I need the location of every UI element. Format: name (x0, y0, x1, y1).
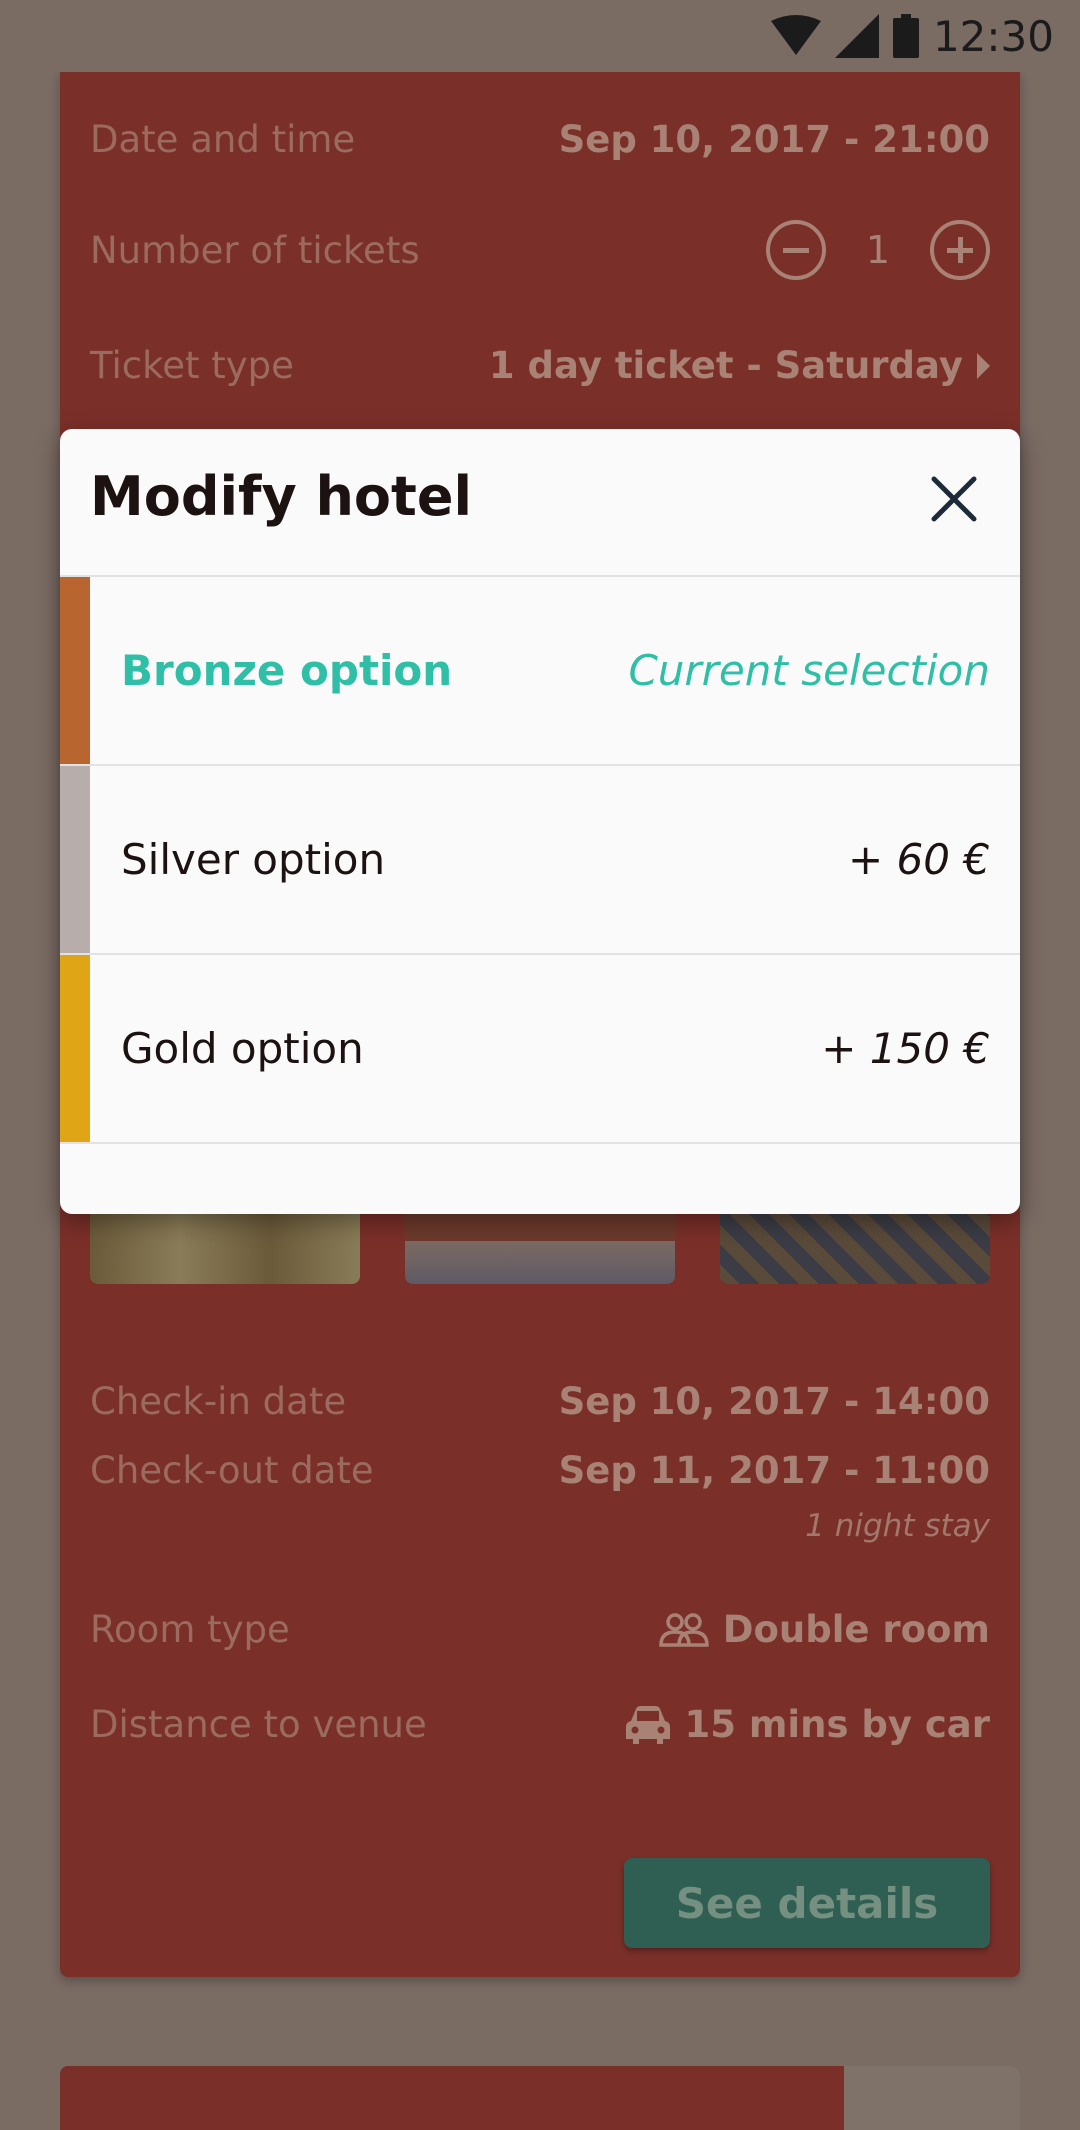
tickets-count: 1 (865, 228, 890, 272)
checkout-row: Check-out date Sep 11, 2017 - 11:00 (90, 1449, 990, 1492)
room-row: Room type Double room (90, 1608, 990, 1651)
status-icons: 12:30 (770, 11, 1054, 61)
option-name: Gold option (121, 1024, 364, 1073)
dialog-header: Modify hotel (60, 429, 1020, 577)
car-icon (625, 1705, 670, 1744)
next-card-thumbnail (844, 2066, 1020, 2130)
wifi-icon (770, 15, 821, 55)
ticket-type-value[interactable]: 1 day ticket - Saturday (489, 344, 990, 387)
date-label: Date and time (90, 118, 356, 161)
status-time: 12:30 (932, 11, 1054, 61)
tickets-row: Number of tickets 1 (90, 220, 990, 280)
decrement-button[interactable] (765, 220, 826, 280)
hotel-photo[interactable] (90, 1212, 360, 1284)
ticket-type-label: Ticket type (90, 344, 294, 387)
see-details-button[interactable]: See details (624, 1858, 990, 1948)
option-gold[interactable]: Gold option + 150 € (60, 955, 1020, 1144)
tickets-label: Number of tickets (90, 228, 420, 272)
increment-button[interactable] (930, 220, 990, 280)
date-row: Date and time Sep 10, 2017 - 21:00 (90, 118, 990, 161)
option-price: + 60 € (847, 835, 990, 884)
distance-value: 15 mins by car (625, 1703, 991, 1746)
date-value: Sep 10, 2017 - 21:00 (558, 118, 990, 161)
hotel-photo[interactable] (720, 1212, 990, 1284)
caret-right-icon (977, 352, 990, 379)
room-label: Room type (90, 1608, 290, 1651)
ticket-type-text: 1 day ticket - Saturday (488, 344, 963, 387)
option-name: Silver option (121, 835, 386, 884)
ticket-type-row[interactable]: Ticket type 1 day ticket - Saturday (90, 344, 990, 387)
option-bronze[interactable]: Bronze option Current selection (60, 577, 1020, 766)
option-name: Bronze option (121, 646, 453, 695)
room-value: Double room (658, 1608, 990, 1651)
option-status: Current selection (628, 646, 990, 695)
distance-row: Distance to venue 15 mins by car (90, 1703, 990, 1746)
signal-icon (834, 14, 879, 58)
hotel-photos (90, 1212, 990, 1284)
people-icon (658, 1612, 709, 1647)
checkin-row: Check-in date Sep 10, 2017 - 14:00 (90, 1380, 990, 1423)
option-price: + 150 € (821, 1024, 990, 1073)
distance-label: Distance to venue (90, 1703, 427, 1746)
checkin-label: Check-in date (90, 1380, 347, 1423)
checkout-value: Sep 11, 2017 - 11:00 (558, 1449, 990, 1492)
gold-color-stripe (60, 955, 90, 1142)
status-bar: 12:30 (0, 0, 1080, 72)
option-silver[interactable]: Silver option + 60 € (60, 766, 1020, 955)
close-icon[interactable] (924, 469, 984, 529)
checkin-value: Sep 10, 2017 - 14:00 (558, 1380, 990, 1423)
modify-hotel-dialog: Modify hotel Bronze option Current selec… (60, 429, 1020, 1214)
distance-text: 15 mins by car (684, 1703, 991, 1746)
stay-note: 1 night stay (805, 1508, 990, 1544)
dialog-title: Modify hotel (90, 465, 472, 528)
next-card (60, 2066, 1020, 2130)
room-text: Double room (722, 1608, 990, 1651)
battery-icon (892, 14, 919, 58)
hotel-photo[interactable] (405, 1212, 675, 1284)
tickets-stepper: 1 (765, 220, 990, 280)
checkout-label: Check-out date (90, 1449, 374, 1492)
silver-color-stripe (60, 766, 90, 953)
bronze-color-stripe (60, 577, 90, 764)
